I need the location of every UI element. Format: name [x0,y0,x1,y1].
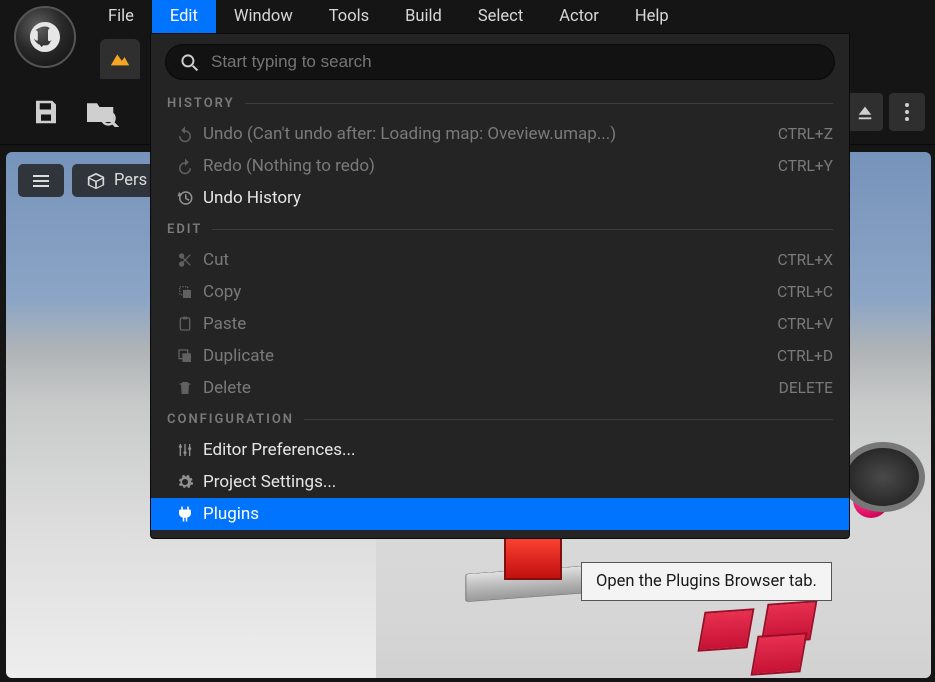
section-configuration: CONFIGURATION [151,404,849,434]
search-icon [180,53,199,72]
menu-item-label: Project Settings... [203,472,833,492]
plugins-tooltip: Open the Plugins Browser tab. [581,562,832,601]
menu-item-shortcut: CTRL+X [777,251,833,269]
menubar-select[interactable]: Select [460,0,541,33]
menu-undo[interactable]: Undo (Can't undo after: Loading map: Ove… [151,118,849,150]
settings-more-button[interactable] [889,93,925,131]
folder-search-icon [84,97,120,127]
tooltip-text: Open the Plugins Browser tab. [596,572,817,591]
menu-item-shortcut: CTRL+C [777,283,833,301]
menubar-actor[interactable]: Actor [541,0,617,33]
menubar-help[interactable]: Help [617,0,687,33]
menu-item-shortcut: CTRL+Z [778,125,833,143]
menu-item-label: Redo (Nothing to redo) [203,156,778,176]
save-button[interactable] [18,84,74,140]
menu-bar: File Edit Window Tools Build Select Acto… [0,0,935,33]
menu-delete[interactable]: Delete DELETE [151,372,849,404]
menu-item-label: Undo History [203,188,833,208]
menu-item-label: Paste [203,314,777,334]
menu-undo-history[interactable]: Undo History [151,182,849,214]
menu-item-label: Cut [203,250,777,270]
sliders-icon [167,441,203,459]
undo-icon [167,125,203,143]
section-history: HISTORY [151,88,849,118]
menu-item-shortcut: CTRL+D [777,347,833,365]
menu-item-label: Undo (Can't undo after: Loading map: Ove… [203,124,778,144]
eject-icon [856,103,874,121]
browse-button[interactable] [74,84,130,140]
menu-copy[interactable]: Copy CTRL+C [151,276,849,308]
landscape-icon [109,50,131,68]
gear-icon [167,473,203,491]
scene-cube-3 [750,632,807,675]
menu-item-shortcut: CTRL+V [777,315,833,333]
eject-button[interactable] [847,93,883,131]
menu-project-settings[interactable]: Project Settings... [151,466,849,498]
menubar-item-label: Build [405,7,442,26]
menu-item-label: Plugins [203,504,833,524]
menubar-item-label: Tools [329,7,369,26]
unreal-logo[interactable] [14,6,76,68]
menu-item-label: Copy [203,282,777,302]
viewport-menu-button[interactable] [18,164,64,197]
menu-plugins[interactable]: Plugins [151,498,849,530]
menu-paste[interactable]: Paste CTRL+V [151,308,849,340]
menu-search[interactable] [165,44,835,80]
trash-icon [167,379,203,397]
menu-item-shortcut: CTRL+Y [778,157,833,175]
cube-icon [86,172,106,190]
plug-icon [167,505,203,523]
menubar-item-label: Select [478,7,523,26]
menubar-window[interactable]: Window [216,0,311,33]
menu-item-label: Duplicate [203,346,777,366]
toolbar-right [847,93,925,131]
viewport-toolbar: Pers [18,164,161,197]
menubar-tools[interactable]: Tools [311,0,387,33]
menu-item-label: Editor Preferences... [203,440,833,460]
hamburger-icon [32,174,50,188]
menubar-item-label: Edit [170,7,198,26]
scene-gear [841,442,925,512]
paste-icon [167,316,203,332]
logo-holder [0,0,90,33]
unreal-icon [27,19,63,55]
level-tab[interactable] [100,39,140,79]
menu-duplicate[interactable]: Duplicate CTRL+D [151,340,849,372]
menubar-item-label: Help [635,7,669,26]
cut-icon [167,252,203,268]
menu-item-shortcut: DELETE [779,379,833,397]
menu-item-label: Delete [203,378,779,398]
save-icon [31,97,61,127]
menubar-edit[interactable]: Edit [152,0,216,33]
undo-history-icon [167,189,203,207]
menubar-item-label: Actor [559,7,599,26]
scene-red-crate [504,534,562,580]
copy-icon [167,284,203,300]
menu-redo[interactable]: Redo (Nothing to redo) CTRL+Y [151,150,849,182]
menu-cut[interactable]: Cut CTRL+X [151,244,849,276]
edit-dropdown: HISTORY Undo (Can't undo after: Loading … [150,33,850,539]
menu-editor-preferences[interactable]: Editor Preferences... [151,434,849,466]
duplicate-icon [167,348,203,364]
scene-cube-1 [697,608,754,651]
vertical-dots-icon [904,102,910,122]
menubar-item-label: Window [234,7,293,26]
viewport-perspective-button[interactable]: Pers [72,164,161,197]
menubar-file[interactable]: File [90,0,152,33]
section-edit: EDIT [151,214,849,244]
perspective-label: Pers [114,171,147,190]
search-input[interactable] [211,52,820,72]
redo-icon [167,157,203,175]
menubar-item-label: File [108,7,134,26]
menubar-build[interactable]: Build [387,0,460,33]
